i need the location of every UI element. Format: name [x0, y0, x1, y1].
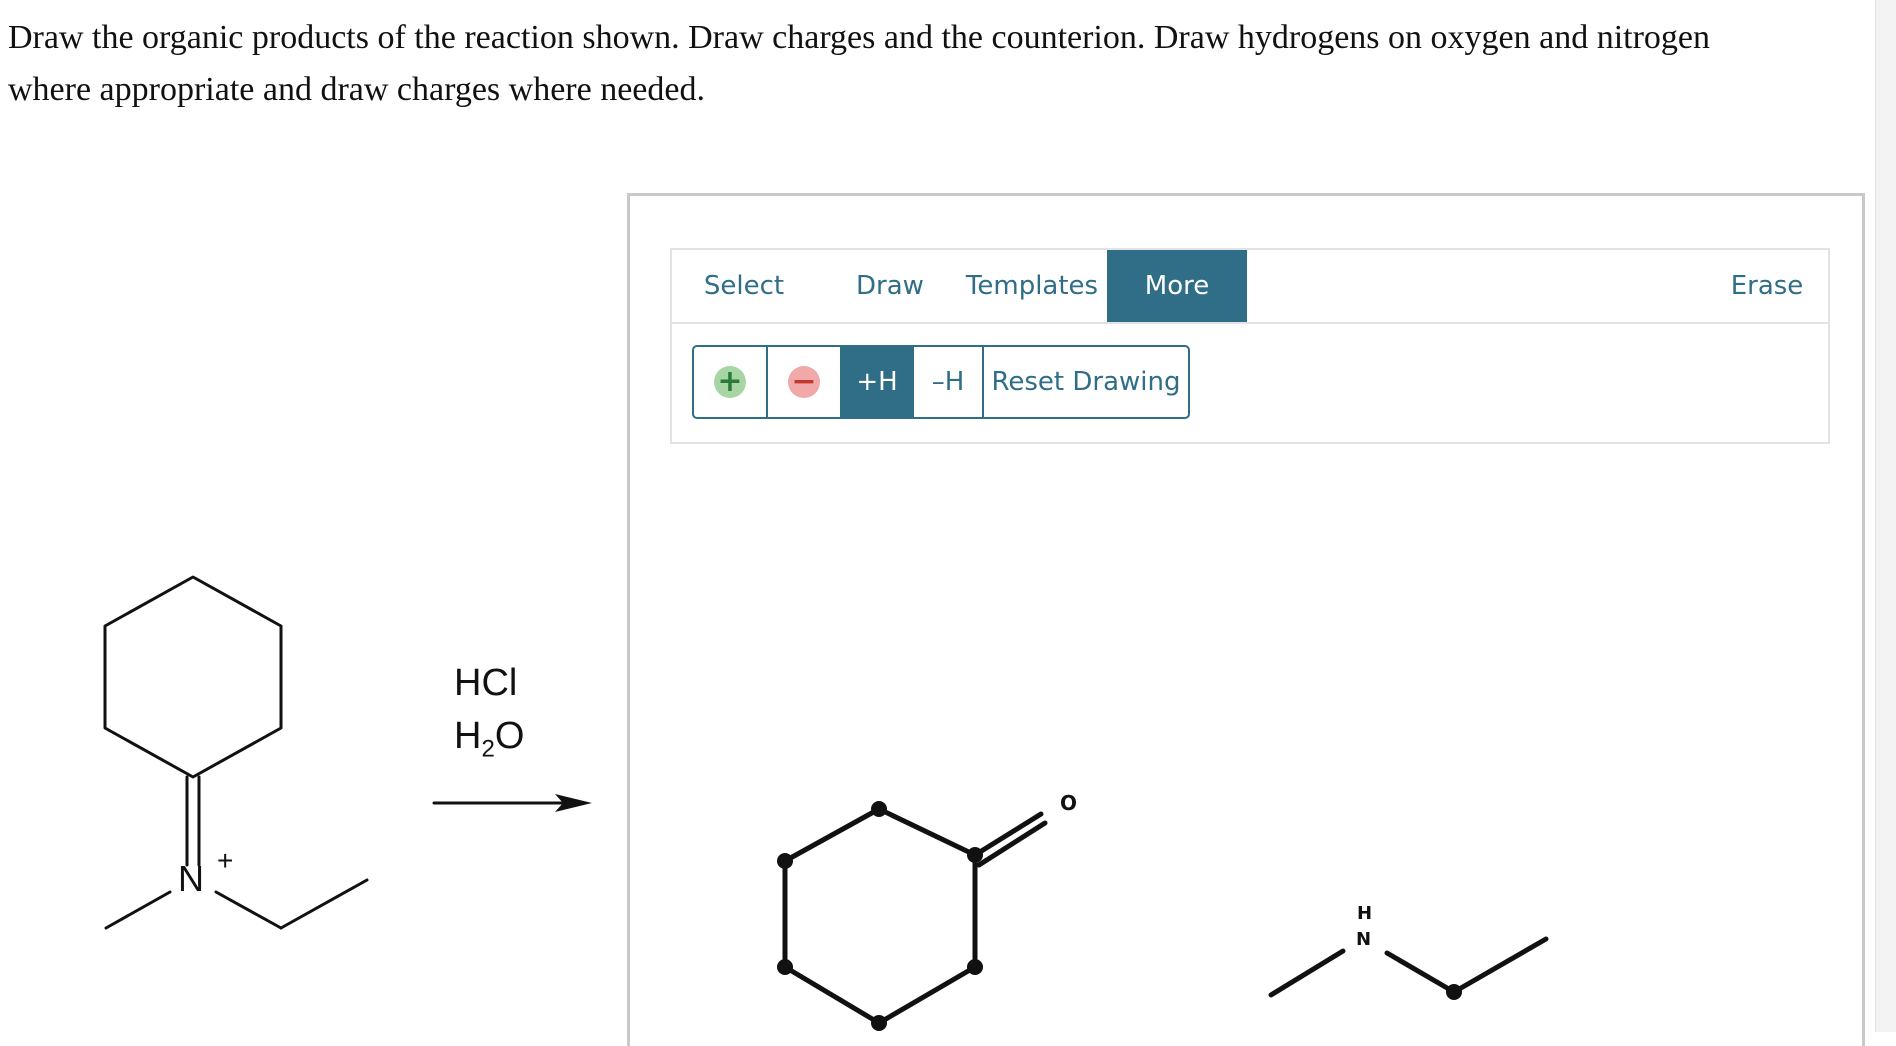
toolbar-tabs: Select Draw Templates More Erase: [672, 250, 1828, 324]
amine-hydrogen-label: H: [1357, 903, 1373, 924]
atom-dot: [777, 853, 793, 869]
iminium-structure: [103, 575, 592, 930]
tab-templates[interactable]: Templates: [962, 250, 1102, 322]
charge-hydrogen-toolbar: + − +H –H Reset Drawing: [692, 345, 1190, 419]
n-methyl-bond: [104, 890, 172, 930]
oxygen-label: O: [1060, 791, 1078, 815]
n-ethyl-bond-2: [279, 878, 369, 930]
reaction-scheme: N + HCl H2O: [0, 540, 620, 1000]
negative-charge-button[interactable]: −: [768, 347, 842, 417]
cyclohexanone-ring: [782, 806, 978, 1026]
amine-bond-1: [1268, 948, 1346, 998]
positive-charge-label: +: [217, 845, 234, 876]
amine-nitrogen-label: N: [1356, 929, 1372, 950]
positive-charge-button[interactable]: +: [694, 347, 768, 417]
tab-draw[interactable]: Draw: [845, 250, 935, 322]
nitrogen-label: N: [178, 858, 204, 899]
remove-hydrogen-button[interactable]: –H: [914, 347, 984, 417]
amine-bond-3: [1451, 936, 1549, 995]
reagent-water: H2O: [454, 715, 525, 763]
amine-bond-2: [1384, 950, 1457, 995]
question-text: Draw the organic products of the reactio…: [8, 12, 1848, 116]
page-scrollbar[interactable]: [1875, 0, 1896, 1032]
question-line-1: Draw the organic products of the reactio…: [8, 19, 1711, 56]
reagent-hcl: HCl: [454, 662, 518, 704]
atom-dot: [777, 959, 793, 975]
cyclohexane-ring: [103, 575, 283, 779]
tab-select[interactable]: Select: [694, 250, 794, 322]
atom-dot: [871, 1015, 887, 1031]
atom-dot: [967, 847, 983, 863]
minus-charge-icon: −: [788, 366, 820, 398]
tab-more[interactable]: More: [1107, 250, 1247, 322]
n-ethyl-bond-1: [214, 890, 283, 930]
product-structures: [777, 801, 1549, 1031]
add-hydrogen-button[interactable]: +H: [842, 347, 914, 417]
drawing-canvas[interactable]: O H N: [630, 456, 1862, 1046]
atom-dot: [871, 801, 887, 817]
atom-dot: [967, 959, 983, 975]
question-line-2: where appropriate and draw charges where…: [8, 71, 705, 108]
atom-dot: [1446, 984, 1462, 1000]
drawing-toolbar: Select Draw Templates More Erase + − +H …: [670, 248, 1830, 444]
plus-charge-icon: +: [714, 366, 746, 398]
drawing-panel: Select Draw Templates More Erase + − +H …: [627, 193, 1865, 1046]
erase-button[interactable]: Erase: [1712, 250, 1822, 322]
reset-drawing-button[interactable]: Reset Drawing: [984, 347, 1188, 417]
